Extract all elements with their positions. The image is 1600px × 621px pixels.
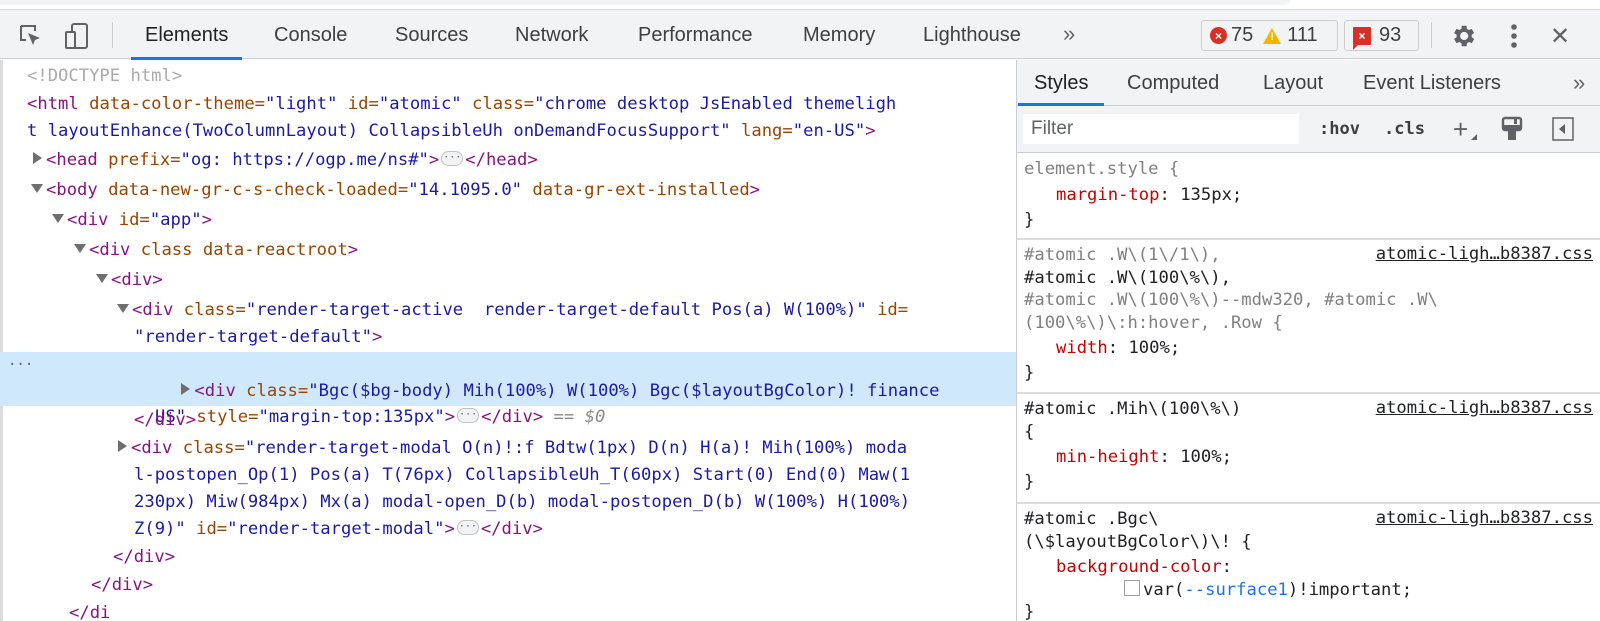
dom-node-html-cont[interactable]: t layoutEnhance(TwoColumnLayout) Collaps… (0, 118, 1016, 145)
rule-selector: #atomic .W\(100\%\), (1024, 267, 1231, 288)
collapse-triangle-icon[interactable] (52, 213, 64, 223)
dom-node-render-target-modal-cont[interactable]: l-postopen_Op(1) Pos(a) T(76px) Collapsi… (0, 462, 1016, 489)
tab-lighthouse[interactable]: Lighthouse (923, 10, 1021, 59)
collapse-triangle-icon[interactable] (117, 303, 129, 313)
more-sidebar-tabs-button[interactable]: » (1573, 60, 1585, 105)
hover-state-toggle[interactable]: :hov (1319, 114, 1360, 144)
toolbar-divider (112, 22, 113, 48)
class-toggle[interactable]: .cls (1384, 114, 1425, 144)
tab-network[interactable]: Network (515, 10, 588, 59)
window-top-strip (0, 0, 1600, 9)
issues-icon: × (1353, 26, 1371, 50)
more-tabs-button[interactable]: » (1063, 10, 1075, 59)
style-declaration[interactable]: background-color: (1024, 556, 1600, 579)
dom-node-close-div[interactable]: </div> (0, 407, 1016, 434)
style-rule-min-height: atomic-ligh…b8387.css #atomic .Mih\(100\… (1017, 396, 1600, 504)
style-declaration[interactable]: min-height: 100%; (1024, 446, 1600, 469)
dom-node-body[interactable]: <body data-new-gr-c-s-check-loaded="14.1… (0, 177, 1016, 204)
rule-selector: element.style { (1024, 159, 1180, 179)
rule-selector: { (1024, 421, 1035, 442)
rule-close-brace: } (1024, 602, 1035, 621)
row-actions-icon[interactable]: ··· (8, 352, 33, 378)
dom-node-html[interactable]: <html data-color-theme="light" id="atomi… (0, 91, 1016, 118)
style-rule-width: atomic-ligh…b8387.css #atomic .W\(1\/1\)… (1017, 242, 1600, 394)
address-bar-remnant (0, 0, 1290, 5)
rule-close-brace: } (1024, 210, 1035, 230)
dom-node-close-div[interactable]: </div> (0, 544, 1016, 571)
tab-console[interactable]: Console (274, 10, 347, 59)
warning-icon: ! (1263, 27, 1282, 44)
elements-dom-tree: <!DOCTYPE html> <html data-color-theme="… (0, 60, 1016, 621)
dom-node-div[interactable]: <div> (0, 267, 1016, 294)
rule-selector: #atomic .W\(1\/1\), (1024, 245, 1221, 265)
warning-count: 111 (1287, 24, 1318, 46)
device-toolbar-icon[interactable] (63, 22, 91, 50)
issues-counter-button[interactable]: × 93 (1344, 20, 1419, 51)
collapsed-content-button[interactable]: ··· (441, 150, 464, 166)
rule-selector: #atomic .W\(100\%\)--mdw320, #atomic .W\ (1024, 290, 1438, 310)
expand-triangle-icon[interactable] (118, 440, 127, 452)
tab-computed[interactable]: Computed (1127, 60, 1219, 105)
tab-memory[interactable]: Memory (803, 10, 875, 59)
tab-sources[interactable]: Sources (395, 10, 468, 59)
dom-node-render-target-default[interactable]: <div class="render-target-active render-… (0, 297, 1016, 324)
tab-performance[interactable]: Performance (638, 10, 753, 59)
style-rule-background-color: atomic-ligh…b8387.css #atomic .Bgc\ (\$l… (1017, 506, 1600, 621)
tab-elements[interactable]: Elements (130, 10, 243, 60)
dom-node-render-target-modal[interactable]: <div class="render-target-modal O(n)!:f … (0, 435, 1016, 462)
style-declaration[interactable]: width: 100%; (1024, 337, 1600, 360)
dom-node-app[interactable]: <div id="app"> (0, 207, 1016, 234)
dom-node-head[interactable]: <head prefix="og: https://ogp.me/ns#"> ··… (0, 147, 1016, 174)
error-icon: × (1210, 27, 1227, 44)
error-count: 75 (1231, 24, 1254, 46)
tab-styles[interactable]: Styles (1017, 60, 1106, 106)
style-rule-element-style: element.style { margin-top: 135px; } (1017, 156, 1600, 240)
dom-node-render-target-modal-cont[interactable]: Z(9)" id="render-target-modal"> ··· </div> (0, 516, 1016, 543)
collapse-triangle-icon[interactable] (31, 183, 43, 193)
gear-icon[interactable] (1449, 22, 1477, 50)
toolbar-divider (1431, 22, 1432, 48)
dom-node-doctype[interactable]: <!DOCTYPE html> (0, 63, 1016, 90)
styles-filter-input[interactable] (1023, 114, 1299, 144)
issues-count: 93 (1379, 24, 1402, 46)
dropdown-corner-icon (1471, 134, 1477, 140)
dom-node-close-div[interactable]: </di (0, 600, 1016, 621)
rule-selector: (\$layoutBgColor\)\! { (1024, 531, 1252, 552)
styles-sidebar: Styles Computed Layout Event Listeners »… (1016, 60, 1600, 621)
rule-close-brace: } (1024, 471, 1035, 492)
toggle-sidebar-icon[interactable] (1552, 117, 1574, 147)
styles-filter-bar: :hov .cls + (1017, 106, 1600, 153)
console-counter-button[interactable]: × 75 ! 111 (1201, 20, 1338, 51)
collapse-triangle-icon[interactable] (74, 243, 86, 253)
inspect-element-icon[interactable] (17, 22, 45, 50)
rule-selector: (100\%\)\:h:hover, .Row { (1024, 312, 1283, 333)
collapse-triangle-icon[interactable] (96, 273, 108, 283)
rule-close-brace: } (1024, 362, 1035, 383)
color-swatch[interactable] (1124, 579, 1140, 596)
expand-triangle-icon[interactable] (33, 152, 42, 164)
kebab-menu-icon[interactable] (1500, 22, 1528, 50)
close-icon[interactable]: ✕ (1546, 22, 1574, 50)
collapsed-content-button[interactable]: ··· (456, 519, 479, 535)
dom-node-render-target-default-cont[interactable]: "render-target-default"> (0, 324, 1016, 351)
rule-selector: #atomic .Bgc\ (1024, 509, 1159, 529)
dom-node-close-div[interactable]: </div> (0, 572, 1016, 599)
paint-brush-icon[interactable] (1501, 116, 1523, 146)
dom-node-render-target-modal-cont[interactable]: 230px) Miw(984px) Mx(a) modal-open_D(b) … (0, 489, 1016, 516)
dom-node-selected[interactable]: ··· <div class="Bgc($bg-body) Mih(100%) W… (0, 352, 1016, 427)
new-style-rule-button[interactable]: + (1453, 114, 1477, 144)
dom-node-reactroot[interactable]: <div class data-reactroot> (0, 237, 1016, 264)
sidebar-tabs: Styles Computed Layout Event Listeners » (1017, 60, 1600, 106)
devtools-toolbar: Elements Console Sources Network Perform… (0, 9, 1600, 60)
rule-selector: #atomic .Mih\(100\%\) (1024, 399, 1242, 419)
style-declaration-value[interactable]: var(--surface1)!important; (1024, 579, 1600, 602)
expand-triangle-icon[interactable] (181, 383, 191, 395)
tab-event-listeners[interactable]: Event Listeners (1363, 60, 1501, 105)
tab-layout[interactable]: Layout (1263, 60, 1323, 105)
style-declaration[interactable]: margin-top: 135px; (1024, 184, 1600, 207)
